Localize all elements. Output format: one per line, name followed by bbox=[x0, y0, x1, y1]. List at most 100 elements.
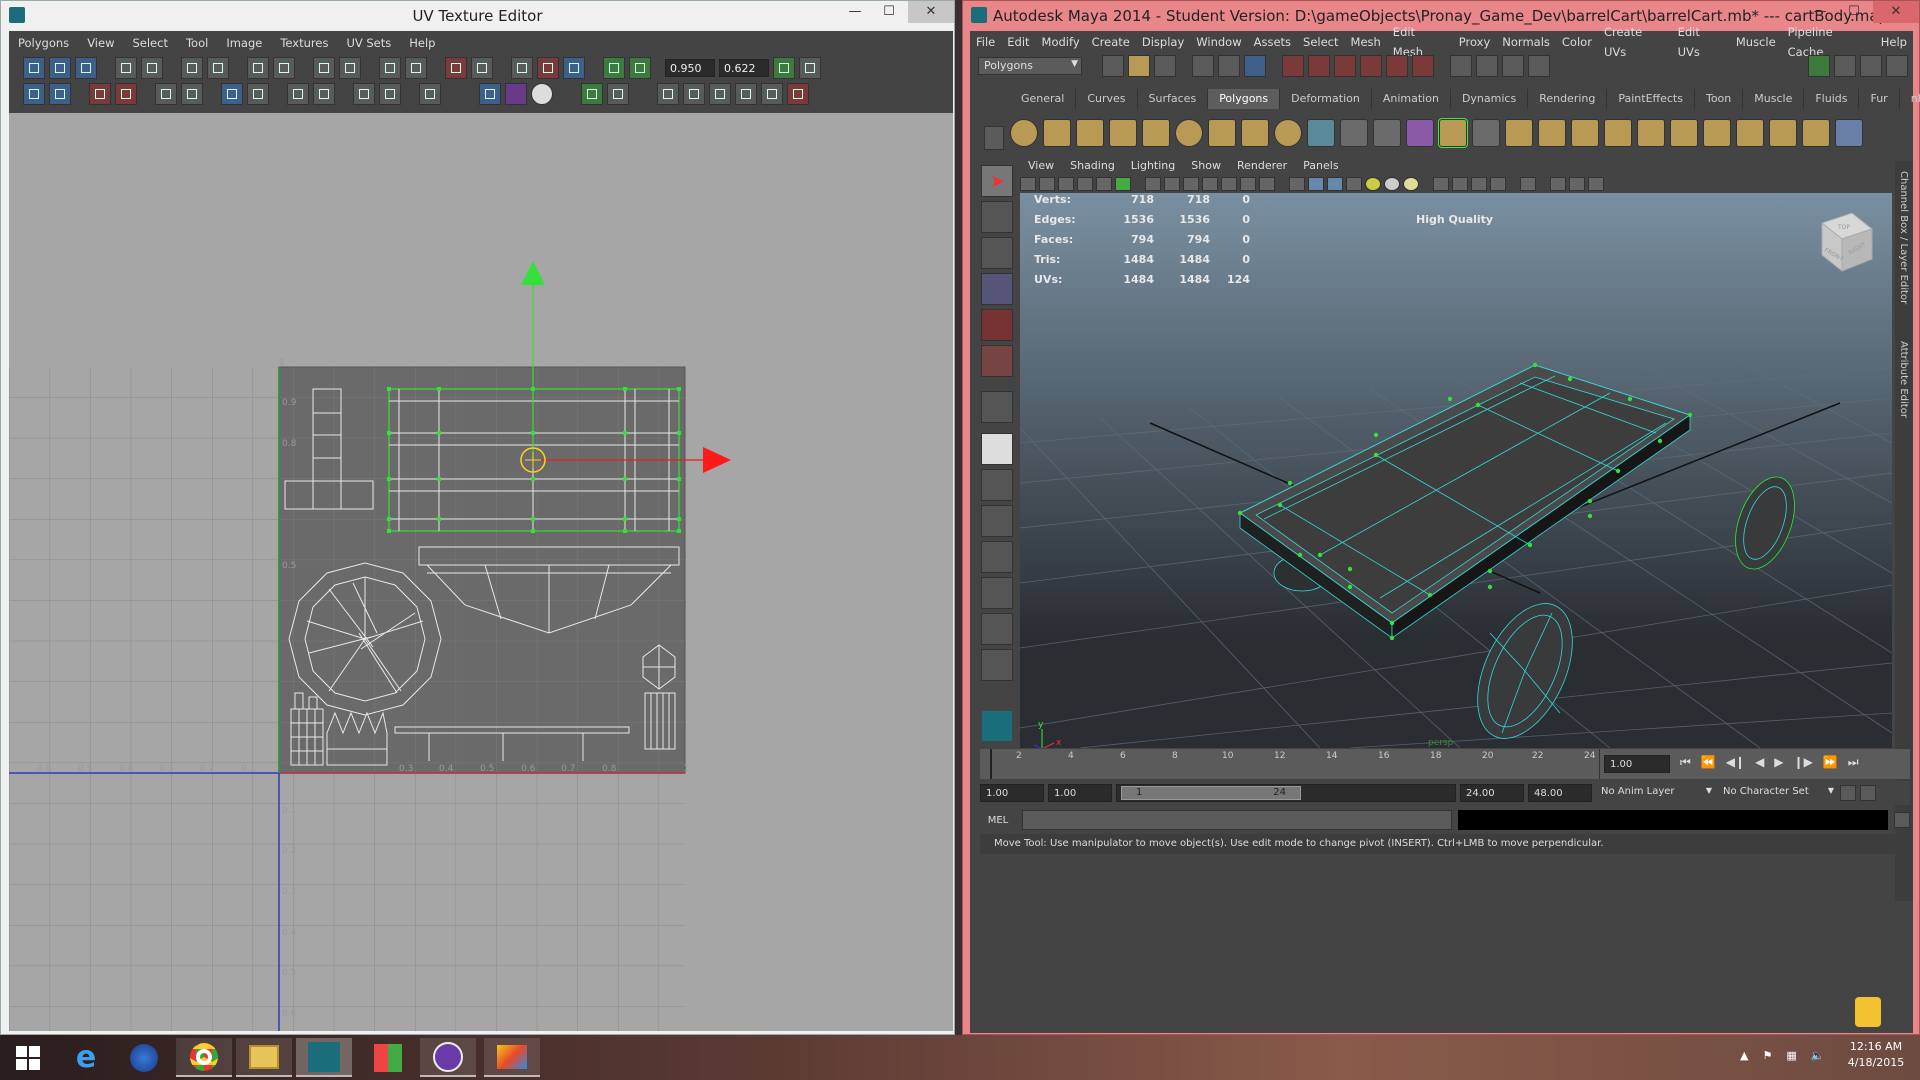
bookmark-icon[interactable] bbox=[1058, 177, 1074, 191]
shelf-tab-rendering[interactable]: Rendering bbox=[1528, 89, 1608, 109]
maximize-button[interactable]: ☐ bbox=[872, 1, 906, 23]
file-explorer-icon[interactable] bbox=[236, 1038, 292, 1077]
panel-menu-show[interactable]: Show bbox=[1183, 157, 1229, 175]
open-scene-icon[interactable] bbox=[1128, 55, 1150, 77]
menu-color[interactable]: Color bbox=[1556, 32, 1598, 52]
unpin-uv-icon[interactable] bbox=[115, 83, 137, 105]
all-lights-icon[interactable] bbox=[1384, 177, 1400, 191]
channel-box-toggle-icon[interactable] bbox=[1886, 55, 1908, 77]
time-slider[interactable]: 2 4 6 8 10 12 14 16 18 20 22 24 ⏮ ⏪ ◀❙ ◀… bbox=[980, 749, 1910, 779]
display-dim-icon[interactable] bbox=[581, 83, 603, 105]
poly-torus-icon[interactable] bbox=[1175, 119, 1203, 147]
maya-icon[interactable] bbox=[296, 1038, 352, 1077]
poly-soccer-ball-icon[interactable] bbox=[1274, 119, 1302, 147]
safe-title-icon[interactable] bbox=[1259, 177, 1275, 191]
shelf-gear-icon[interactable] bbox=[984, 126, 1004, 150]
checker-toggle-icon[interactable] bbox=[471, 57, 493, 79]
grease-pencil-icon[interactable] bbox=[1115, 177, 1131, 191]
lasso-tool-icon[interactable] bbox=[981, 201, 1013, 233]
menu-proxy[interactable]: Proxy bbox=[1453, 32, 1497, 52]
menu-uv-sets[interactable]: UV Sets bbox=[337, 33, 400, 53]
uv-grid2-icon[interactable] bbox=[761, 83, 783, 105]
maximize-button[interactable]: ☐ bbox=[1837, 1, 1871, 23]
play-backward-icon[interactable]: ◀ bbox=[1755, 755, 1764, 770]
shadows-icon[interactable] bbox=[1403, 177, 1419, 191]
shelf-tab-fluids[interactable]: Fluids bbox=[1804, 89, 1860, 109]
resolution-gate-icon[interactable] bbox=[1183, 177, 1199, 191]
film-gate-icon[interactable] bbox=[1164, 177, 1180, 191]
office-icon[interactable] bbox=[360, 1038, 416, 1077]
playback-start-field[interactable] bbox=[1048, 784, 1112, 802]
snap-grid-icon[interactable] bbox=[1282, 55, 1304, 77]
shelf-tab-deformation[interactable]: Deformation bbox=[1280, 89, 1372, 109]
snap-surface-icon[interactable] bbox=[1386, 55, 1408, 77]
fill-hole-icon[interactable] bbox=[1670, 119, 1698, 147]
menu-textures[interactable]: Textures bbox=[271, 33, 337, 53]
grab-uv-icon[interactable] bbox=[181, 83, 203, 105]
sew-uv-edges-icon[interactable] bbox=[273, 57, 295, 79]
shelf-tab-fur[interactable]: Fur bbox=[1859, 89, 1900, 109]
copy-uv-icon[interactable] bbox=[603, 57, 625, 79]
layout-graph-icon[interactable] bbox=[981, 541, 1013, 573]
range-slider[interactable]: 1 24 bbox=[1116, 784, 1456, 802]
motion-blur-icon[interactable] bbox=[1471, 177, 1487, 191]
poly-pipe-icon[interactable] bbox=[1241, 119, 1269, 147]
shelf-tab-muscle[interactable]: Muscle bbox=[1743, 89, 1805, 109]
clock[interactable]: 12:16 AM 4/18/2015 bbox=[1846, 1040, 1906, 1069]
camera-select-icon[interactable] bbox=[1020, 177, 1036, 191]
layout-uvs-icon[interactable] bbox=[379, 57, 401, 79]
uv-smudge-icon[interactable] bbox=[49, 83, 71, 105]
layout-outliner-icon[interactable] bbox=[981, 505, 1013, 537]
snap-plane-icon[interactable] bbox=[1360, 55, 1382, 77]
rotate-tool-icon[interactable] bbox=[981, 309, 1013, 341]
timeline-ruler[interactable]: 2 4 6 8 10 12 14 16 18 20 22 24 bbox=[980, 749, 1600, 779]
menu-view[interactable]: View bbox=[78, 33, 123, 53]
target-weld-icon[interactable] bbox=[1736, 119, 1764, 147]
two-d-pan-icon[interactable] bbox=[1096, 177, 1112, 191]
smooth-shade-icon[interactable] bbox=[1308, 177, 1324, 191]
separate-icon[interactable] bbox=[1340, 119, 1368, 147]
uv-unfold-icon[interactable] bbox=[23, 83, 45, 105]
paste-uv-icon[interactable] bbox=[629, 57, 651, 79]
shelf-tab-toon[interactable]: Toon bbox=[1695, 89, 1744, 109]
isolate-icon[interactable] bbox=[1433, 177, 1449, 191]
field-chart-icon[interactable] bbox=[1221, 177, 1237, 191]
color-channel-icon[interactable] bbox=[505, 83, 527, 105]
tray-chevron-icon[interactable]: ▲ bbox=[1740, 1049, 1748, 1062]
cat-app-icon[interactable] bbox=[420, 1038, 476, 1077]
character-set-dropdown[interactable]: No Character Set ▼ bbox=[1718, 784, 1836, 802]
save-scene-icon[interactable] bbox=[1154, 55, 1176, 77]
animation-end-field[interactable] bbox=[1528, 784, 1592, 802]
layout-uv-icon[interactable] bbox=[981, 613, 1013, 645]
insert-edge-loop-icon[interactable] bbox=[1571, 119, 1599, 147]
scale-tool-icon[interactable] bbox=[981, 345, 1013, 377]
poly-plane-icon[interactable] bbox=[1142, 119, 1170, 147]
xray-joints-icon[interactable] bbox=[1569, 177, 1585, 191]
perspective-viewport[interactable]: TOP FRONT RIGHT y x persp Verts: 718 718… bbox=[1020, 193, 1892, 748]
rotate-ccw-icon[interactable] bbox=[181, 57, 203, 79]
uv-snapshot2-icon[interactable] bbox=[735, 83, 757, 105]
ao-icon[interactable] bbox=[1452, 177, 1468, 191]
cylindrical-mapping-icon[interactable] bbox=[1802, 119, 1830, 147]
menu-mesh[interactable]: Mesh bbox=[1345, 32, 1387, 52]
u-coordinate-field[interactable] bbox=[665, 59, 715, 77]
poly-sphere-icon[interactable] bbox=[1010, 119, 1038, 147]
merge-vertices-icon[interactable] bbox=[1703, 119, 1731, 147]
close-button[interactable]: ✕ bbox=[908, 1, 954, 23]
uv-texel-icon[interactable] bbox=[379, 83, 401, 105]
frame-uv-icon[interactable] bbox=[479, 83, 501, 105]
firefox-icon[interactable] bbox=[116, 1038, 172, 1077]
render-settings-icon[interactable] bbox=[1528, 55, 1550, 77]
layout-single-icon[interactable] bbox=[981, 433, 1013, 465]
uv-snapshot-icon[interactable] bbox=[49, 57, 71, 79]
play-forward-icon[interactable]: ▶ bbox=[1774, 755, 1783, 770]
default-light-icon[interactable] bbox=[1365, 177, 1381, 191]
move-shell-icon[interactable] bbox=[353, 83, 375, 105]
current-time-marker[interactable] bbox=[990, 749, 992, 779]
network-icon[interactable]: ▦ bbox=[1786, 1049, 1796, 1062]
panel-menu-view[interactable]: View bbox=[1020, 157, 1062, 175]
image-range-icon[interactable] bbox=[419, 83, 441, 105]
menu-file[interactable]: File bbox=[970, 32, 1001, 52]
offset-edge-loop-icon[interactable] bbox=[1604, 119, 1632, 147]
move-v-arrow-icon[interactable] bbox=[521, 261, 545, 285]
